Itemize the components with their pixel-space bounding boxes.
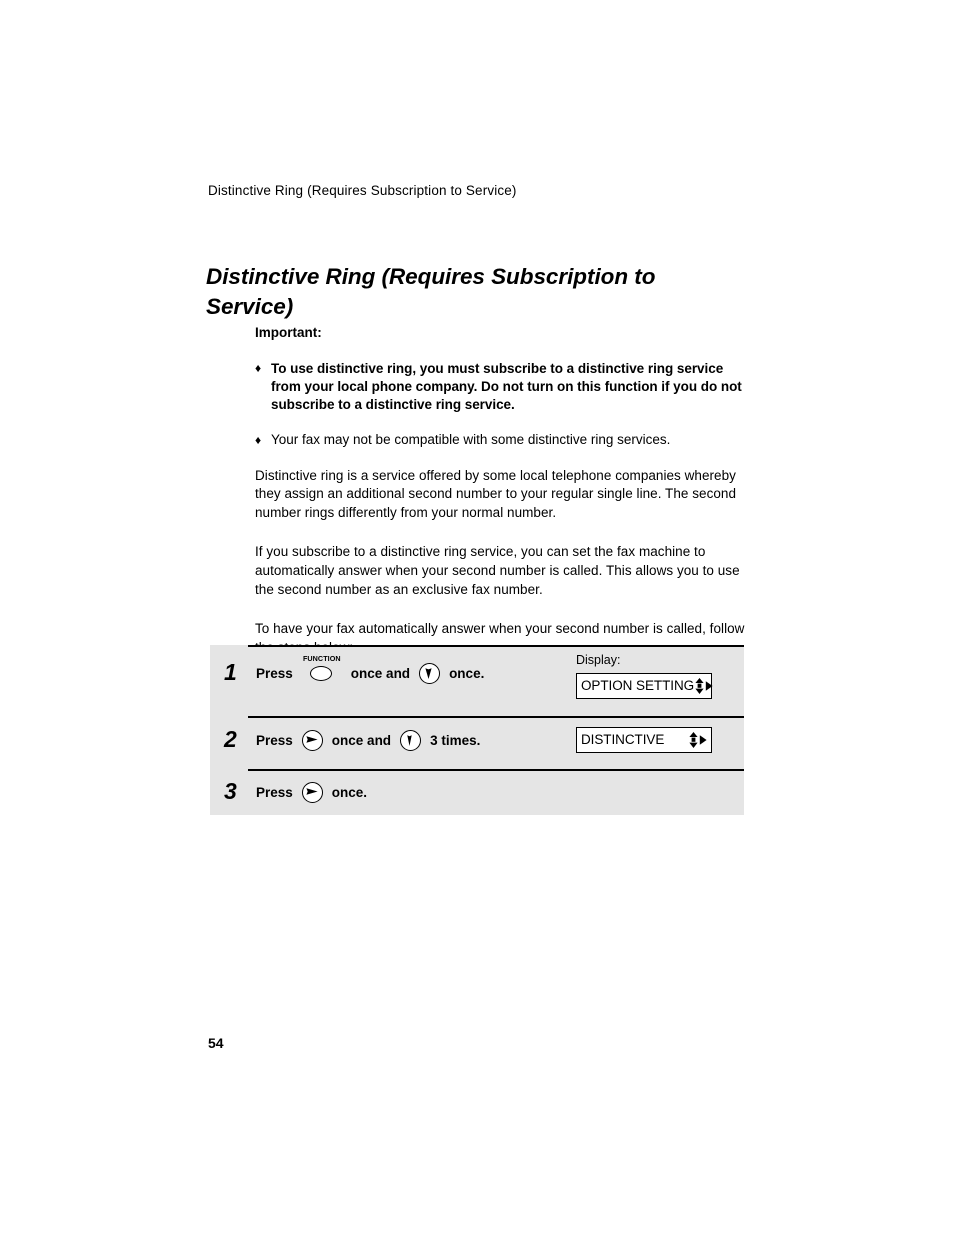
step-2-end-text: 3 times.: [430, 732, 481, 748]
step-1-instruction: Press FUNCTION once and once.: [256, 655, 485, 686]
diamond-bullet-icon: ♦: [255, 361, 262, 376]
step-1-mid-text: once and: [350, 665, 411, 681]
step-divider-rule: [248, 716, 744, 718]
body-content: Important: ♦ To use distinctive ring, yo…: [255, 325, 747, 658]
lcd-display-1: OPTION SETTING: [576, 673, 713, 699]
down-arrow-key-icon[interactable]: [419, 662, 441, 684]
lcd-arrows-icon: [688, 731, 711, 749]
step-2-mid-text: once and: [331, 732, 392, 748]
down-arrow-key-icon[interactable]: [400, 729, 422, 751]
press-label: Press: [256, 784, 293, 800]
diamond-bullet-icon: ♦: [255, 432, 262, 447]
step-divider-rule: [248, 769, 744, 771]
function-key-label: FUNCTION: [302, 654, 341, 663]
document-page: Distinctive Ring (Requires Subscription …: [0, 0, 954, 1235]
lcd-arrows-icon: [694, 677, 717, 695]
step-row-2: 2 Press once and 3 times. DISTINCTIVE: [210, 716, 744, 769]
lcd-display-1-text: OPTION SETTING: [581, 678, 695, 694]
page-title: Distinctive Ring (Requires Subscription …: [206, 264, 656, 319]
page-number: 54: [208, 1035, 224, 1051]
press-label: Press: [256, 732, 293, 748]
step-3-instruction: Press once.: [256, 781, 368, 803]
lcd-display-2-text: DISTINCTIVE: [581, 732, 665, 748]
important-bullet-2-text: Your fax may not be compatible with some…: [271, 432, 671, 448]
step-number-2: 2: [224, 726, 237, 752]
procedure-steps-panel: 1 Press FUNCTION once and once. Display:…: [210, 645, 744, 815]
function-key-icon[interactable]: FUNCTION: [302, 655, 342, 686]
step-number-3: 3: [224, 778, 237, 804]
important-bullet-1-text: To use distinctive ring, you must subscr…: [271, 360, 742, 413]
paragraph-1: Distinctive ring is a service offered by…: [255, 467, 736, 521]
press-label: Press: [256, 665, 293, 681]
step-divider-rule: [248, 645, 744, 647]
paragraph-2: If you subscribe to a distinctive ring s…: [255, 544, 740, 598]
running-header: Distinctive Ring (Requires Subscription …: [208, 183, 517, 198]
function-key-oval: [309, 666, 332, 681]
important-bullet-2: ♦ Your fax may not be compatible with so…: [255, 431, 747, 449]
step-1-end-text: once.: [449, 665, 485, 681]
step-row-1: 1 Press FUNCTION once and once. Display:…: [210, 645, 744, 716]
start-right-arrow-key-icon[interactable]: [301, 729, 323, 751]
step-row-3: 3 Press once.: [210, 769, 744, 815]
step-2-instruction: Press once and 3 times.: [256, 729, 481, 751]
display-label: Display:: [576, 653, 621, 667]
step-3-end-text: once.: [331, 784, 368, 800]
start-right-arrow-key-icon[interactable]: [301, 781, 323, 803]
important-label: Important:: [255, 325, 322, 340]
step-number-1: 1: [224, 659, 237, 685]
lcd-display-2: DISTINCTIVE: [576, 727, 712, 753]
important-bullet-1: ♦ To use distinctive ring, you must subs…: [255, 360, 747, 414]
